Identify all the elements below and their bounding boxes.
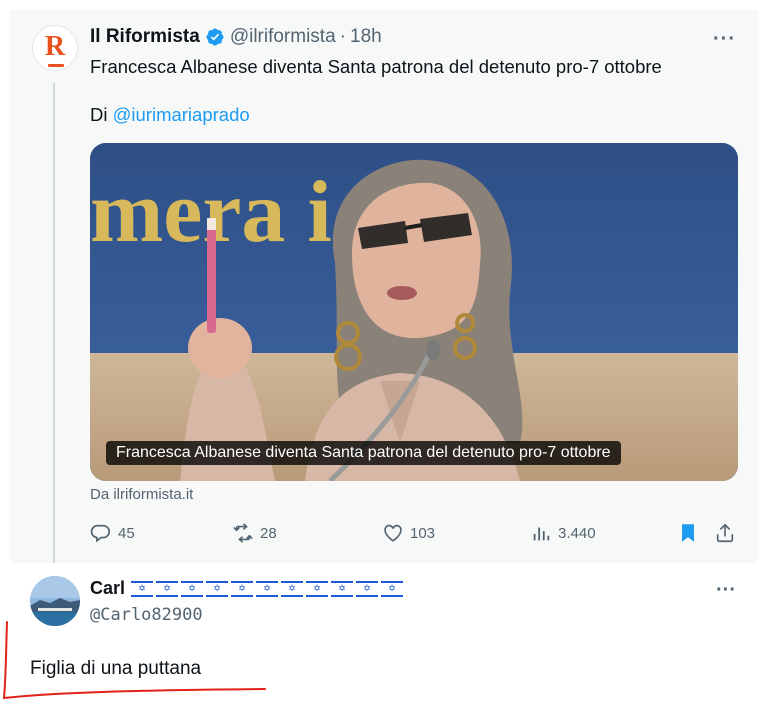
card-image: mera i dep (90, 143, 738, 481)
israel-flag-icon: ✡ (306, 580, 329, 597)
israel-flag-icon: ✡ (281, 580, 304, 597)
riformista-logo: R (44, 31, 66, 62)
tweet-time[interactable]: 18h (350, 26, 382, 48)
reply-author-name[interactable]: Carl (90, 578, 125, 599)
verified-badge-icon (206, 28, 224, 46)
tweet-actions: 45 28 103 3.440 (90, 522, 740, 548)
tweet-text: Francesca Albanese diventa Santa patrona… (90, 56, 662, 77)
reply-author-avatar[interactable] (30, 576, 80, 626)
like-count: 103 (410, 524, 436, 542)
avatar-landscape-image (30, 576, 80, 626)
views-button[interactable]: 3.440 (530, 522, 596, 544)
like-button[interactable]: 103 (382, 522, 435, 544)
card-caption: Francesca Albanese diventa Santa patrona… (106, 441, 621, 465)
header-separator: · (339, 26, 346, 47)
israel-flag-icon: ✡ (131, 580, 154, 597)
share-button[interactable] (714, 522, 742, 544)
retweet-count: 28 (260, 524, 277, 542)
israel-flag-icon: ✡ (331, 580, 354, 597)
israel-flag-icon: ✡ (156, 580, 179, 597)
israel-flag-icon: ✡ (181, 580, 204, 597)
byline-prefix: Di (90, 104, 108, 125)
reply-icon (90, 524, 111, 543)
reply-author-handle[interactable]: @Carlo82900 (90, 605, 203, 625)
reply-more-options-icon[interactable]: ··· (716, 579, 736, 602)
timeline: R Il Riformista @ilriformista · 18h ··· … (10, 10, 758, 686)
israel-flag-icon: ✡ (231, 580, 254, 597)
israel-flag-icon: ✡ (356, 580, 379, 597)
link-card[interactable]: mera i dep Francesca Albanese diventa Sa… (90, 143, 738, 481)
byline-mention-link[interactable]: @iurimariaprado (113, 104, 250, 125)
thread-connector-line (53, 83, 55, 581)
reply-header: Carl ✡ ✡ ✡ ✡ ✡ ✡ ✡ ✡ ✡ ✡ ✡ (90, 578, 406, 599)
heart-icon (384, 524, 402, 542)
tweet-byline: Di @iurimariaprado (90, 104, 250, 126)
retweet-icon (233, 523, 253, 543)
author-name[interactable]: Il Riformista (90, 26, 200, 48)
reply-button[interactable]: 45 (90, 522, 135, 544)
israel-flag-icon: ✡ (256, 580, 279, 597)
riformista-logo-underline (48, 64, 64, 67)
author-handle[interactable]: @ilriformista (230, 26, 336, 48)
israel-flag-icon: ✡ (381, 580, 404, 597)
reply-text: Figlia di una puttana (30, 658, 202, 679)
card-source[interactable]: Da ilriformista.it (90, 486, 193, 503)
tweet-article[interactable]: R Il Riformista @ilriformista · 18h ··· … (10, 10, 758, 581)
bookmark-button[interactable] (677, 522, 705, 544)
israel-flag-icon: ✡ (206, 580, 229, 597)
author-avatar[interactable]: R (32, 25, 78, 71)
tweet-header: Il Riformista @ilriformista · 18h (90, 26, 382, 48)
retweet-button[interactable]: 28 (232, 522, 277, 544)
israel-flag-icons: ✡ ✡ ✡ ✡ ✡ ✡ ✡ ✡ ✡ ✡ ✡ (131, 580, 406, 597)
more-options-icon[interactable]: ··· (713, 28, 736, 51)
views-icon (533, 527, 550, 541)
bookmark-icon (682, 524, 694, 542)
views-count: 3.440 (558, 524, 596, 542)
reply-tweet[interactable]: Carl ✡ ✡ ✡ ✡ ✡ ✡ ✡ ✡ ✡ ✡ ✡ @Carlo82900 ·… (10, 563, 758, 686)
reply-count: 45 (118, 524, 135, 542)
share-icon (716, 523, 734, 543)
